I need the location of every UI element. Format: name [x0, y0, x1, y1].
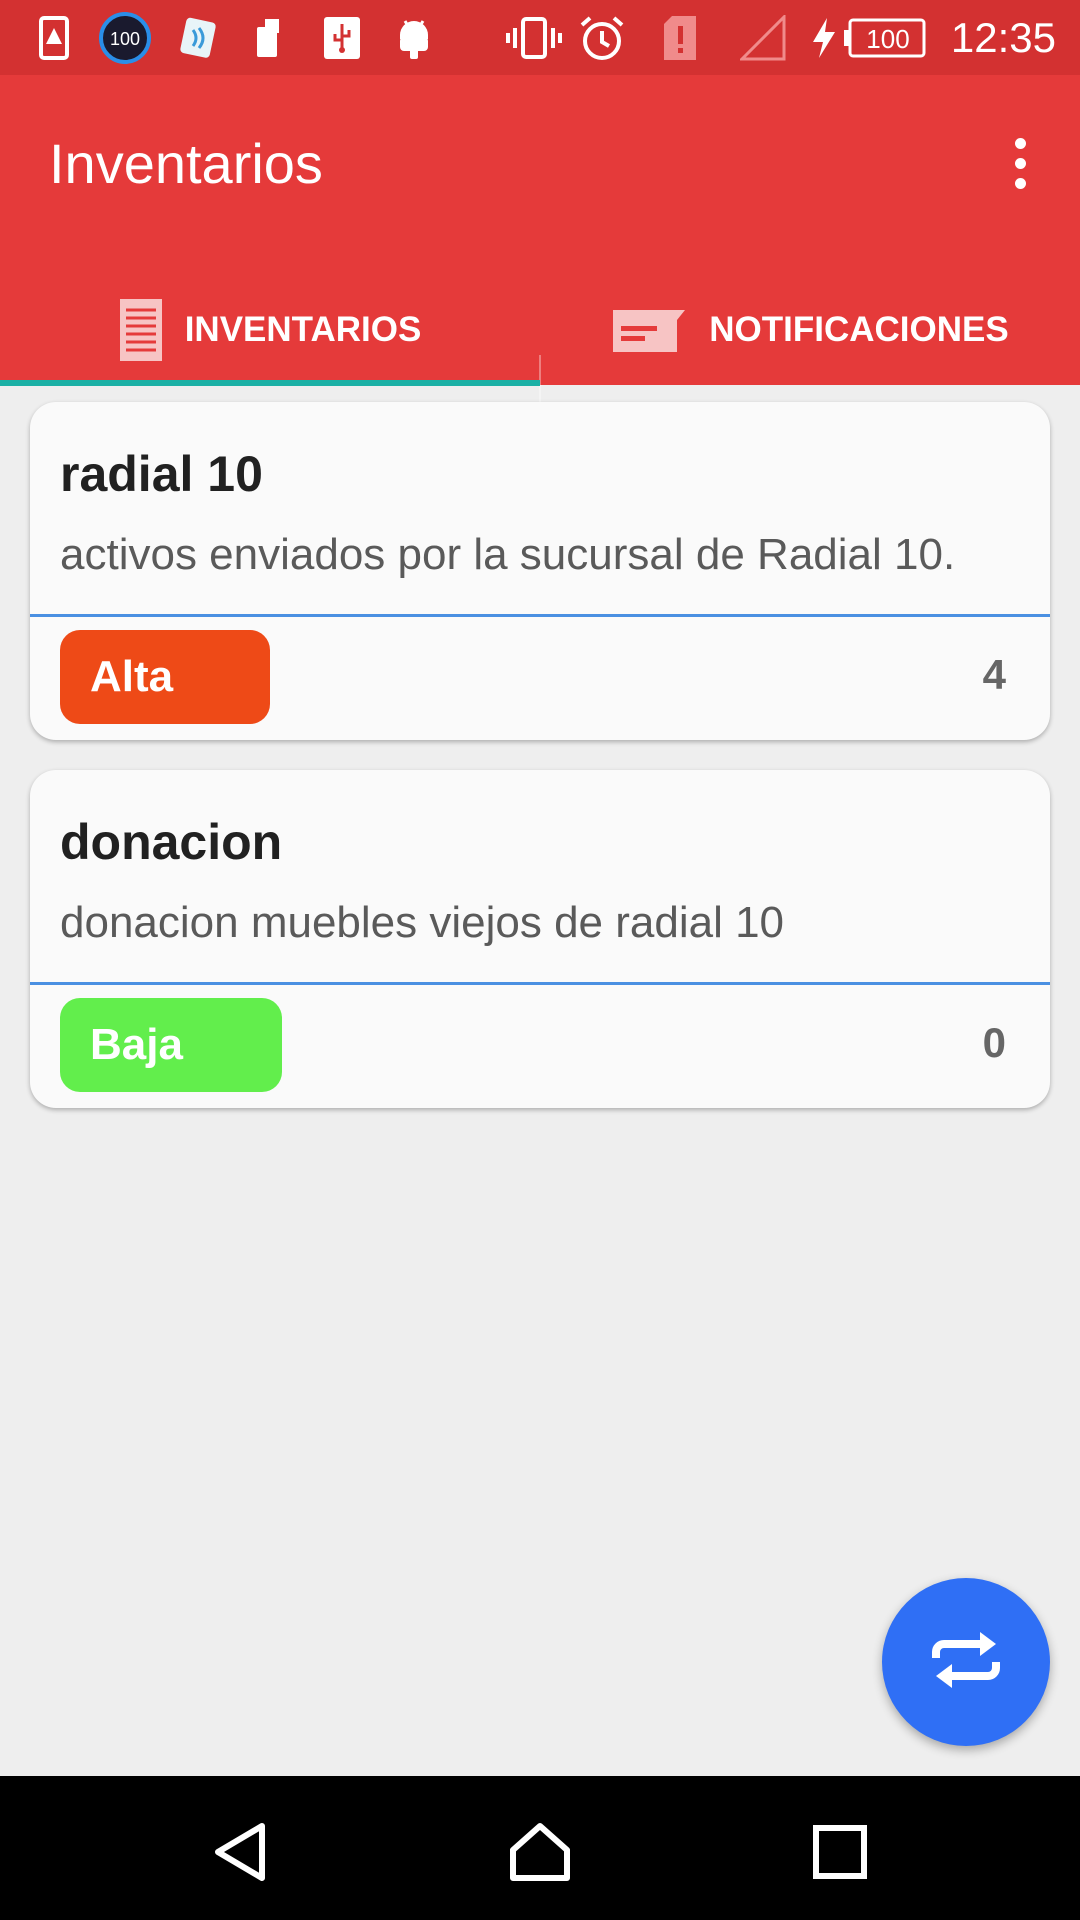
status-badge: Baja [60, 998, 282, 1092]
divider [30, 614, 1050, 617]
home-icon[interactable] [490, 1802, 590, 1902]
sync-button[interactable] [882, 1578, 1050, 1746]
inventory-description: activos enviados por la sucursal de Radi… [60, 530, 956, 579]
inventory-card[interactable]: radial 10 activos enviados por la sucurs… [30, 402, 1050, 740]
vibrate-icon [506, 14, 562, 62]
tab-inventarios[interactable]: INVENTARIOS [0, 275, 540, 385]
app-icon [176, 14, 222, 62]
back-icon[interactable] [190, 1802, 290, 1902]
page-title: Inventarios [49, 132, 323, 195]
inventory-title: radial 10 [60, 446, 263, 502]
alarm-icon [578, 14, 626, 62]
svg-text:100: 100 [110, 29, 140, 49]
battery-icon: 100 [842, 14, 926, 62]
usb-icon [322, 14, 362, 62]
tab-bar: INVENTARIOS NOTIFICACIONES [0, 275, 1080, 425]
clock: 12:35 [950, 14, 1056, 61]
sim-alert-icon [36, 14, 72, 62]
svg-text:100: 100 [866, 24, 909, 54]
badge-100-icon: 100 [98, 12, 152, 64]
signal-icon [740, 14, 786, 62]
list-icon [119, 298, 163, 362]
inventory-description: donacion muebles viejos de radial 10 [60, 898, 785, 947]
message-icon [611, 306, 687, 354]
sync-icon [926, 1628, 1006, 1697]
tab-inventarios-label: INVENTARIOS [184, 310, 422, 349]
tab-notificaciones[interactable]: NOTIFICACIONES [540, 275, 1080, 385]
recents-icon[interactable] [790, 1802, 890, 1902]
item-count: 0 [982, 1019, 1006, 1066]
android-icon [394, 14, 434, 62]
charging-icon [810, 14, 838, 62]
divider [30, 982, 1050, 985]
app-bar: Inventarios INVENTARIOS NOTIFICACIONES [0, 75, 1080, 425]
tab-notificaciones-label: NOTIFICACIONES [709, 310, 1009, 349]
tab-indicator [0, 380, 540, 386]
sim-card-icon [254, 14, 284, 62]
inventory-card[interactable]: donacion donacion muebles viejos de radi… [30, 770, 1050, 1108]
status-badge: Alta [60, 630, 270, 724]
inventory-title: donacion [60, 814, 283, 870]
item-count: 4 [982, 651, 1006, 698]
more-vert-icon[interactable] [990, 123, 1050, 203]
navigation-bar [0, 1776, 1080, 1920]
status-bar: 100 100 12:35 [0, 0, 1080, 75]
sim-missing-icon [662, 14, 698, 62]
